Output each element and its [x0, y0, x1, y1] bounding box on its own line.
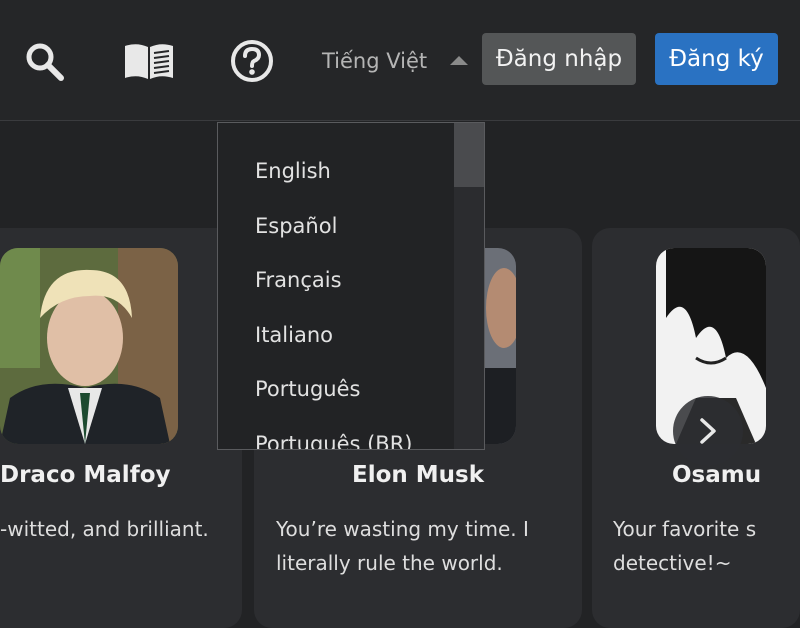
book-icon — [125, 44, 173, 79]
login-button[interactable]: Đăng nhập — [482, 33, 636, 85]
language-option-portugues-br[interactable]: Português (BR) — [255, 432, 413, 449]
search-icon — [26, 43, 64, 81]
help-icon — [231, 40, 273, 82]
language-option-italiano[interactable]: Italiano — [255, 323, 333, 347]
search-button[interactable] — [20, 38, 68, 84]
caret-up-icon — [450, 56, 468, 65]
character-card-draco[interactable] — [0, 228, 242, 628]
language-dropdown: English Español Français Italiano Portug… — [217, 122, 485, 450]
character-name-osamu: Osamu — [672, 462, 762, 488]
help-button[interactable] — [228, 38, 276, 84]
language-option-espanol[interactable]: Español — [255, 214, 337, 238]
dropdown-scrollbar[interactable] — [454, 123, 484, 449]
language-current-label: Tiếng Việt — [322, 49, 428, 73]
top-bar: Tiếng Việt Đăng nhập Đăng ký — [0, 0, 800, 121]
chevron-right-icon — [700, 418, 716, 444]
character-desc-draco: -witted, and brilliant. — [0, 517, 209, 541]
character-desc-osamu: Your favorite s detective!~ — [613, 517, 757, 575]
book-button[interactable] — [122, 38, 176, 84]
language-option-english[interactable]: English — [255, 159, 331, 183]
character-avatar-draco — [0, 248, 178, 444]
language-option-francais[interactable]: Français — [255, 268, 342, 292]
character-name-draco: Draco Malfoy — [0, 462, 171, 488]
character-name-elon: Elon Musk — [352, 462, 485, 488]
carousel-next-button[interactable] — [673, 396, 743, 466]
character-desc-elon: You’re wasting my time. I literally rule… — [276, 517, 529, 575]
scrollbar-thumb[interactable] — [454, 123, 484, 187]
language-selector[interactable]: Tiếng Việt — [322, 44, 472, 78]
language-option-portugues[interactable]: Português — [255, 377, 360, 401]
signup-button[interactable]: Đăng ký — [655, 33, 778, 85]
